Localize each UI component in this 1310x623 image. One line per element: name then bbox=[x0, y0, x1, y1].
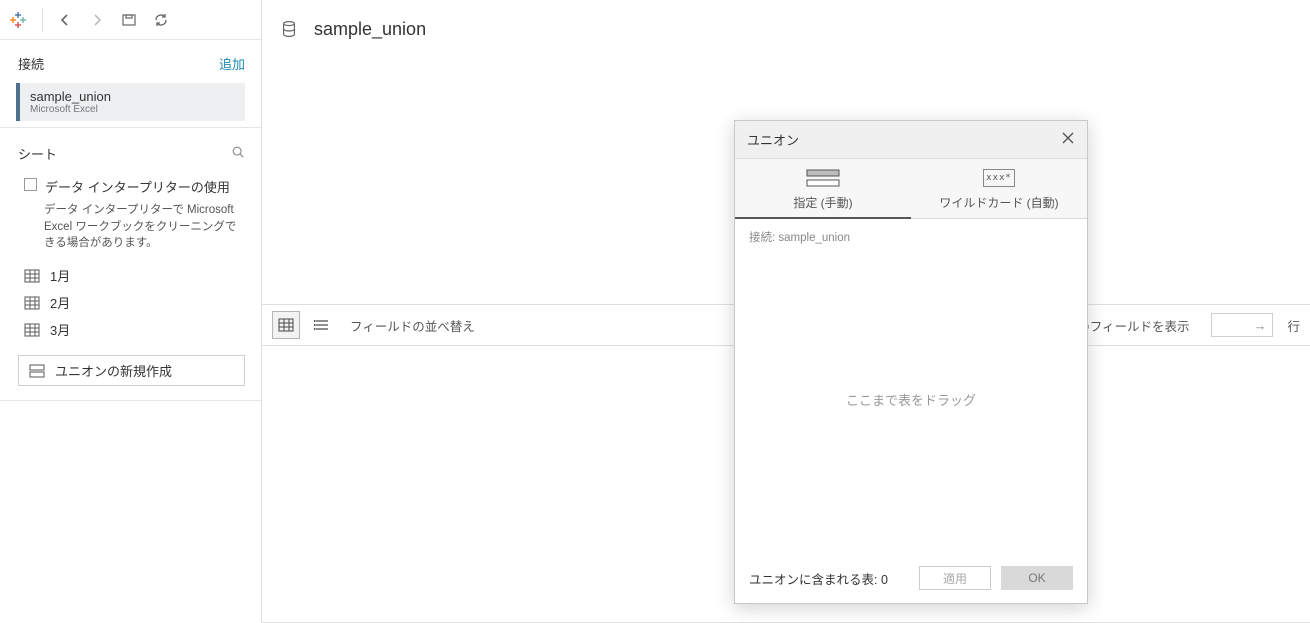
dialog-tabs: 指定 (手動) xxx* ワイルドカード (自動) bbox=[735, 159, 1087, 219]
table-icon bbox=[24, 296, 40, 310]
interpreter-description: データ インタープリターで Microsoft Excel ワークブックをクリー… bbox=[0, 198, 261, 262]
tab-manual-label: 指定 (手動) bbox=[793, 194, 852, 211]
wildcard-tab-icon: xxx* bbox=[983, 166, 1015, 190]
new-union-label: ユニオンの新規作成 bbox=[55, 361, 172, 380]
ok-button[interactable]: OK bbox=[1001, 566, 1073, 590]
connections-label: 接続 bbox=[18, 54, 44, 73]
interpreter-row[interactable]: データ インタープリターの使用 bbox=[0, 171, 261, 198]
sheet-item[interactable]: 3月 bbox=[0, 316, 261, 343]
dialog-header: ユニオン bbox=[735, 121, 1087, 159]
datasource-header: sample_union bbox=[262, 0, 1310, 58]
search-icon[interactable] bbox=[231, 145, 245, 162]
apply-button[interactable]: 適用 bbox=[919, 566, 991, 590]
sheet-item[interactable]: 2月 bbox=[0, 289, 261, 316]
rows-input[interactable]: → bbox=[1211, 313, 1273, 337]
main-area: sample_union でドラッグ フィールドの並べ替え 別名を表示 非表示の… bbox=[262, 0, 1310, 623]
sheet-label: 1月 bbox=[50, 266, 70, 285]
add-connection-link[interactable]: 追加 bbox=[219, 54, 245, 73]
refresh-button[interactable] bbox=[147, 6, 175, 34]
sheet-item[interactable]: 1月 bbox=[0, 262, 261, 289]
rows-label: 行 bbox=[1287, 316, 1300, 335]
interpreter-checkbox[interactable] bbox=[24, 178, 37, 191]
dialog-connection-label: 接続: sample_union bbox=[735, 219, 1087, 245]
tableau-logo bbox=[8, 10, 28, 30]
union-count-label: ユニオンに含まれる表: 0 bbox=[749, 569, 909, 588]
table-icon bbox=[24, 269, 40, 283]
rows-arrow-icon: → bbox=[1253, 318, 1266, 333]
grid-view-button[interactable] bbox=[272, 311, 300, 339]
manual-tab-icon bbox=[803, 166, 843, 190]
connection-item[interactable]: sample_union Microsoft Excel bbox=[16, 83, 245, 121]
connection-name: sample_union bbox=[30, 89, 235, 104]
tab-manual[interactable]: 指定 (手動) bbox=[735, 159, 911, 218]
sheet-label: 3月 bbox=[50, 320, 70, 339]
back-button[interactable] bbox=[51, 6, 79, 34]
interpreter-label: データ インタープリターの使用 bbox=[45, 177, 230, 196]
union-dialog: ユニオン 指定 (手動) xxx* ワイルドカード (自動) bbox=[734, 120, 1088, 604]
union-icon bbox=[29, 364, 45, 378]
save-button[interactable] bbox=[115, 6, 143, 34]
sidebar: 接続 追加 sample_union Microsoft Excel シート デ… bbox=[0, 0, 262, 623]
list-view-button[interactable] bbox=[308, 311, 336, 339]
dialog-body: 接続: sample_union ここまで表をドラッグ bbox=[735, 219, 1087, 553]
wildcard-glyph: xxx* bbox=[983, 169, 1015, 187]
table-icon bbox=[24, 323, 40, 337]
dialog-footer: ユニオンに含まれる表: 0 適用 OK bbox=[735, 553, 1087, 603]
dialog-title: ユニオン bbox=[747, 130, 799, 149]
tab-wildcard-label: ワイルドカード (自動) bbox=[939, 194, 1058, 211]
connection-type: Microsoft Excel bbox=[30, 104, 235, 115]
close-button[interactable] bbox=[1061, 131, 1075, 148]
sheets-label: シート bbox=[18, 144, 57, 163]
top-toolbar bbox=[0, 0, 261, 40]
connections-header: 接続 追加 bbox=[0, 40, 261, 83]
forward-button bbox=[83, 6, 111, 34]
tab-wildcard[interactable]: xxx* ワイルドカード (自動) bbox=[911, 159, 1087, 218]
sort-fields-label[interactable]: フィールドの並べ替え bbox=[350, 316, 475, 335]
drop-hint: ここまで表をドラッグ bbox=[846, 390, 976, 409]
new-union-button[interactable]: ユニオンの新規作成 bbox=[18, 355, 245, 386]
database-icon bbox=[280, 19, 300, 39]
union-drop-zone[interactable]: ここまで表をドラッグ bbox=[735, 245, 1087, 553]
sheet-label: 2月 bbox=[50, 293, 70, 312]
sheets-header: シート bbox=[0, 127, 261, 171]
datasource-title[interactable]: sample_union bbox=[314, 19, 426, 40]
